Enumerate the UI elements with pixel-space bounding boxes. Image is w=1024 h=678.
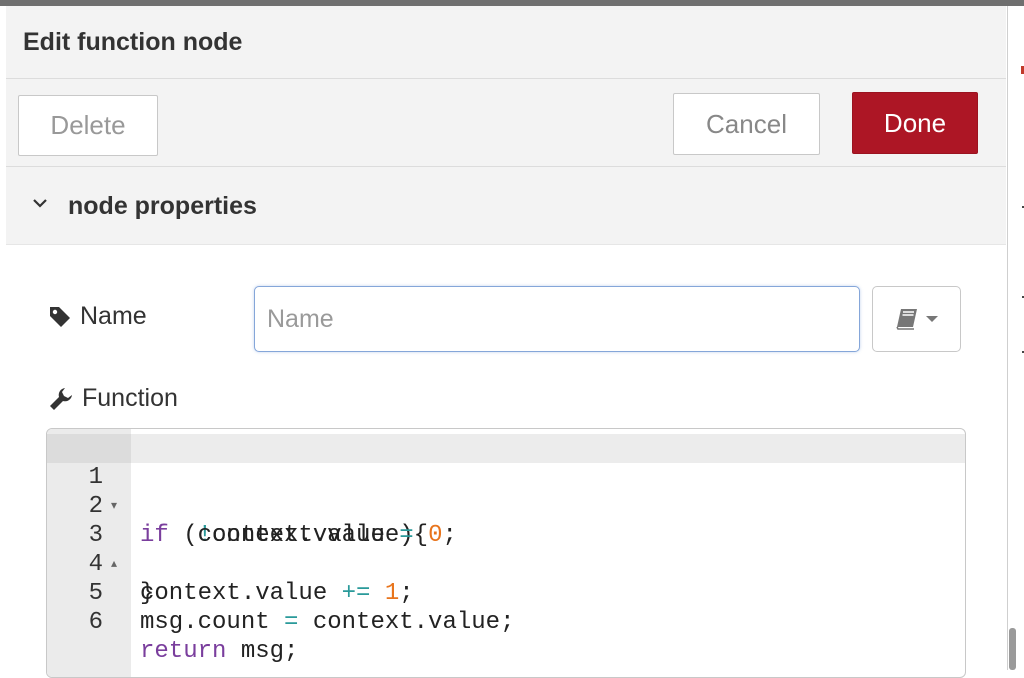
line-number: 6 [88,609,103,636]
code-line[interactable]: 5 msg.count = context.value; [47,550,965,636]
scrollbar-thumb[interactable] [1009,628,1016,670]
background-canvas-edge [1007,6,1024,670]
tray-toolbar: Delete Cancel Done [6,79,1006,167]
name-label: Name [48,302,147,331]
delete-button[interactable]: Delete [18,95,158,156]
cancel-button[interactable]: Cancel [673,93,820,155]
code-text: msg.count = context.value; [140,609,515,636]
name-label-text: Name [80,302,147,330]
code-line[interactable]: 2 context.value = 0; [47,463,965,549]
name-input[interactable] [254,286,860,352]
book-icon [895,309,917,330]
tray-header: Edit function node [6,6,1006,79]
function-label: Function [48,384,178,413]
function-label-text: Function [82,384,178,412]
code-text: return msg; [140,638,299,665]
chevron-down-icon [33,199,47,208]
wrench-icon [50,387,72,410]
edit-tray: Edit function node Delete Cancel Done no… [6,6,1006,678]
done-button[interactable]: Done [852,92,978,154]
node-properties-section-header[interactable]: node properties [6,167,1006,245]
section-title: node properties [68,192,257,220]
library-button[interactable] [872,286,961,352]
caret-down-icon [925,316,938,322]
function-code-editor[interactable]: 1 ▾ if (!context.value){ 2 context.value… [46,428,966,678]
code-line[interactable]: 3 ▴ } [47,492,965,607]
code-line[interactable]: 4 context.value += 1; [47,521,965,607]
code-line[interactable]: 1 ▾ if (!context.value){ [47,434,965,549]
tray-title: Edit function node [23,28,243,56]
code-line[interactable]: 6 return msg; [47,579,965,665]
tag-icon [50,306,70,327]
